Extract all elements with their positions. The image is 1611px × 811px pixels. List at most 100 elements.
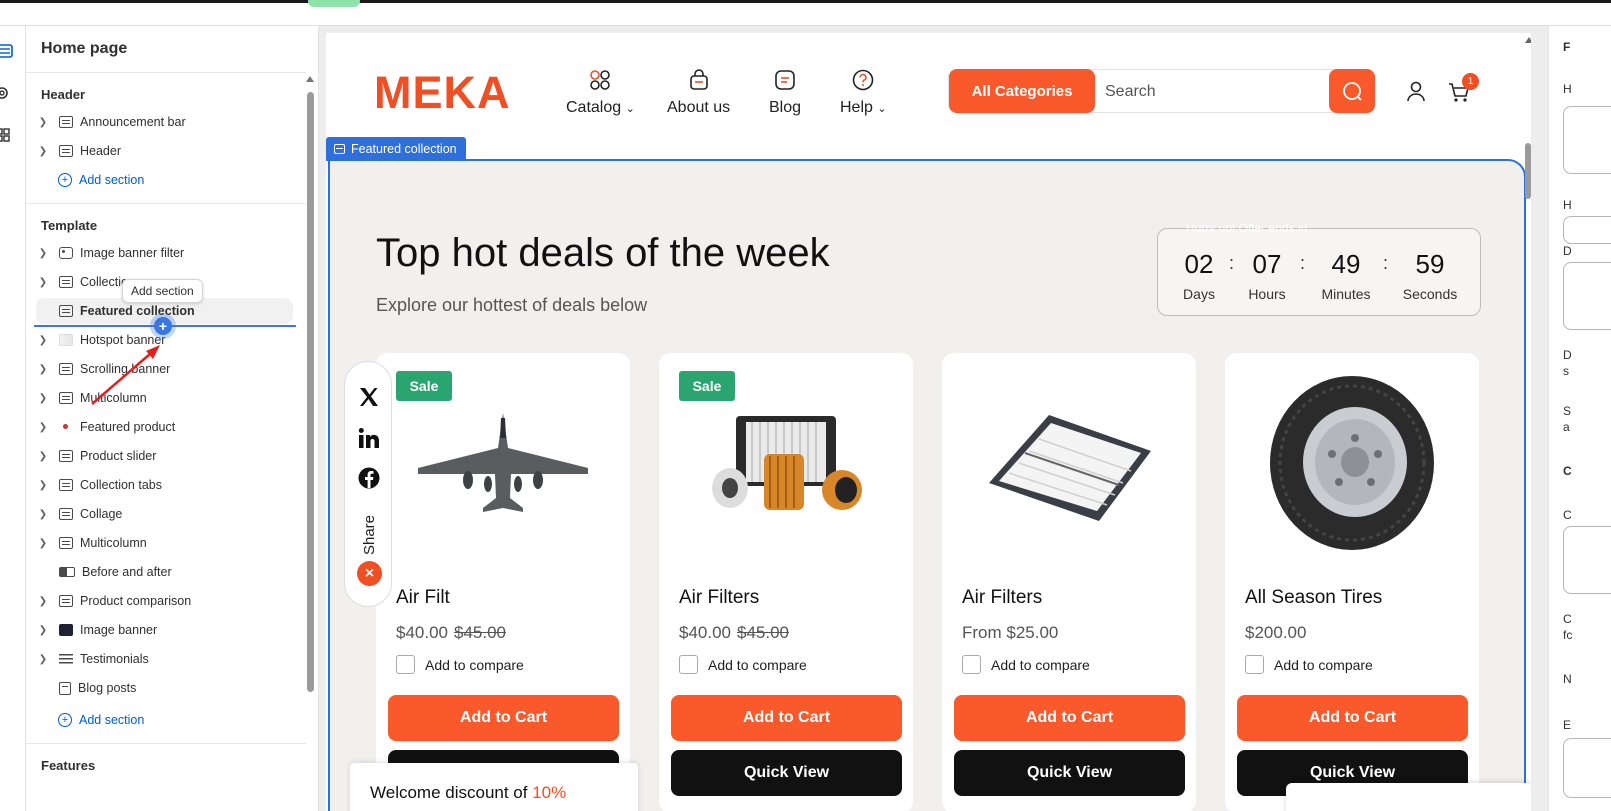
featured-collection-section[interactable]: Top hot deals of the week Explore our ho… xyxy=(328,159,1531,811)
scroll-up-arrow-icon[interactable] xyxy=(1525,37,1531,43)
insert-section-plus-button[interactable]: + xyxy=(154,317,172,335)
panel-input[interactable] xyxy=(1563,738,1611,798)
panel-input[interactable] xyxy=(1563,106,1611,174)
all-categories-button[interactable]: All Categories xyxy=(949,69,1095,113)
chevron-right-icon[interactable]: ❯ xyxy=(36,364,50,375)
chevron-right-icon[interactable]: ❯ xyxy=(36,480,50,491)
thumbnail-icon xyxy=(59,334,73,346)
timer-minutes: 49 Minutes xyxy=(1313,249,1379,302)
chevron-right-icon[interactable]: ❯ xyxy=(36,654,50,665)
linkedin-icon[interactable] xyxy=(358,427,380,449)
panel-label: D xyxy=(1563,348,1572,362)
compare-checkbox[interactable] xyxy=(679,655,698,674)
nav-about-us[interactable]: About us xyxy=(667,67,730,117)
sidebar-item-before-and-after[interactable]: ❯ Before and after xyxy=(36,559,293,585)
scrollbar-thumb[interactable] xyxy=(1525,143,1531,199)
product-name[interactable]: Air Filters xyxy=(962,587,1042,609)
timer-separator: : xyxy=(1300,253,1306,273)
close-share-button[interactable]: × xyxy=(357,561,382,586)
panel-input[interactable] xyxy=(1563,526,1611,594)
discount-popup[interactable]: Welcome discount of 10% xyxy=(350,763,638,811)
featured-collection-tag[interactable]: Featured collection xyxy=(326,137,466,161)
product-card[interactable]: Sale Air Filt $40.00 $45.00 Add to compar… xyxy=(376,353,630,811)
add-circle-icon: + xyxy=(58,713,72,727)
sidebar-item-featured-product[interactable]: ❯ Featured product xyxy=(36,414,293,440)
timer-unit: Hours xyxy=(1248,286,1286,302)
add-to-compare[interactable]: Add to compare xyxy=(396,655,524,674)
search-button[interactable] xyxy=(1329,69,1375,113)
sidebar-item-label: Multicolumn xyxy=(80,536,147,550)
chevron-right-icon[interactable]: ❯ xyxy=(36,422,50,433)
product-name[interactable]: Air Filt xyxy=(396,587,450,609)
sidebar-item-image-banner[interactable]: ❯ Image banner xyxy=(36,617,293,643)
add-section-button-header[interactable]: + Add section xyxy=(58,173,144,187)
apps-icon[interactable] xyxy=(0,128,14,144)
product-card[interactable]: Sale Air Filters $40.00 $45.00 Add to com… xyxy=(659,353,913,811)
product-name[interactable]: Air Filters xyxy=(679,587,759,609)
sidebar-item-product-comparison[interactable]: ❯ Product comparison xyxy=(36,588,293,614)
sidebar-item-multicolumn-2[interactable]: ❯ Multicolumn xyxy=(36,530,293,556)
chevron-right-icon[interactable]: ❯ xyxy=(36,625,50,636)
timer-hours: 07 Hours xyxy=(1241,249,1293,302)
preview-scrollbar[interactable] xyxy=(1525,33,1531,811)
sections-icon[interactable] xyxy=(0,44,14,60)
add-to-compare[interactable]: Add to compare xyxy=(1245,655,1373,674)
add-to-cart-button[interactable]: Add to Cart xyxy=(388,695,619,741)
chevron-right-icon[interactable]: ❯ xyxy=(36,451,50,462)
x-icon[interactable] xyxy=(358,386,380,408)
sidebar-item-multicolumn[interactable]: ❯ Multicolumn xyxy=(36,385,293,411)
add-to-compare[interactable]: Add to compare xyxy=(962,655,1090,674)
sidebar-item-label: Image banner filter xyxy=(80,246,185,260)
product-card[interactable]: Air Filters From $25.00 Add to compare A… xyxy=(942,353,1196,811)
search-input[interactable]: Search xyxy=(1105,83,1156,101)
chevron-right-icon[interactable]: ❯ xyxy=(36,277,50,288)
tire-image[interactable] xyxy=(1255,373,1449,553)
panel-input[interactable] xyxy=(1563,262,1611,330)
sidebar-item-collage[interactable]: ❯ Collage xyxy=(36,501,293,527)
facebook-icon[interactable] xyxy=(358,467,380,489)
scroll-up-arrow-icon[interactable] xyxy=(306,76,314,82)
add-to-cart-button[interactable]: Add to Cart xyxy=(1237,695,1468,741)
nav-help[interactable]: Help ⌄ xyxy=(840,67,887,117)
nav-label: Blog xyxy=(769,99,802,116)
account-icon[interactable] xyxy=(1406,81,1426,108)
nav-catalog[interactable]: Catalog ⌄ xyxy=(566,67,635,117)
chevron-right-icon[interactable]: ❯ xyxy=(36,596,50,607)
sidebar-item-image-banner-filter[interactable]: ❯ Image banner filter xyxy=(36,240,293,266)
sidebar-item-announcement-bar[interactable]: ❯ Announcement bar xyxy=(36,109,293,135)
sidebar-item-blog-posts[interactable]: ❯ Blog posts xyxy=(36,675,293,701)
chevron-right-icon[interactable]: ❯ xyxy=(36,509,50,520)
scrollbar-thumb[interactable] xyxy=(307,92,314,692)
sidebar-item-product-slider[interactable]: ❯ Product slider xyxy=(36,443,293,469)
sidebar-item-scrolling-banner[interactable]: ❯ Scrolling banner xyxy=(36,356,293,382)
sidebar-item-collection-tabs[interactable]: ❯ Collection tabs xyxy=(36,472,293,498)
compare-checkbox[interactable] xyxy=(396,655,415,674)
sidebar-scrollbar[interactable] xyxy=(306,76,315,696)
chevron-right-icon[interactable]: ❯ xyxy=(36,248,50,259)
panel-air-filter-image[interactable] xyxy=(972,373,1166,553)
store-logo[interactable]: MEKA xyxy=(374,67,511,119)
chevron-right-icon[interactable]: ❯ xyxy=(36,393,50,404)
quick-view-button[interactable]: Quick View xyxy=(954,750,1185,796)
chevron-right-icon[interactable]: ❯ xyxy=(36,335,50,346)
panel-input[interactable] xyxy=(1563,216,1611,244)
nav-blog[interactable]: Blog xyxy=(769,67,801,117)
add-to-cart-button[interactable]: Add to Cart xyxy=(954,695,1185,741)
chevron-right-icon[interactable]: ❯ xyxy=(36,146,50,157)
chevron-right-icon[interactable]: ❯ xyxy=(36,117,50,128)
add-section-button-template[interactable]: + Add section xyxy=(58,713,144,727)
add-to-cart-button[interactable]: Add to Cart xyxy=(671,695,902,741)
compare-checkbox[interactable] xyxy=(962,655,981,674)
compare-checkbox[interactable] xyxy=(1245,655,1264,674)
add-to-compare[interactable]: Add to compare xyxy=(679,655,807,674)
bottom-right-popup[interactable] xyxy=(1286,783,1531,811)
quick-view-button[interactable]: Quick View xyxy=(671,750,902,796)
settings-gear-icon[interactable] xyxy=(0,86,14,102)
product-name[interactable]: All Season Tires xyxy=(1245,587,1382,609)
thumbnail-icon xyxy=(59,624,73,636)
sidebar-item-testimonials[interactable]: ❯ Testimonials xyxy=(36,646,293,672)
product-card[interactable]: All Season Tires $200.00 Add to compare … xyxy=(1225,353,1479,811)
chevron-right-icon[interactable]: ❯ xyxy=(36,538,50,549)
sidebar-item-header[interactable]: ❯ Header xyxy=(36,138,293,164)
settings-panel: F H H D D s S a C C C fc N E xyxy=(1548,26,1611,811)
